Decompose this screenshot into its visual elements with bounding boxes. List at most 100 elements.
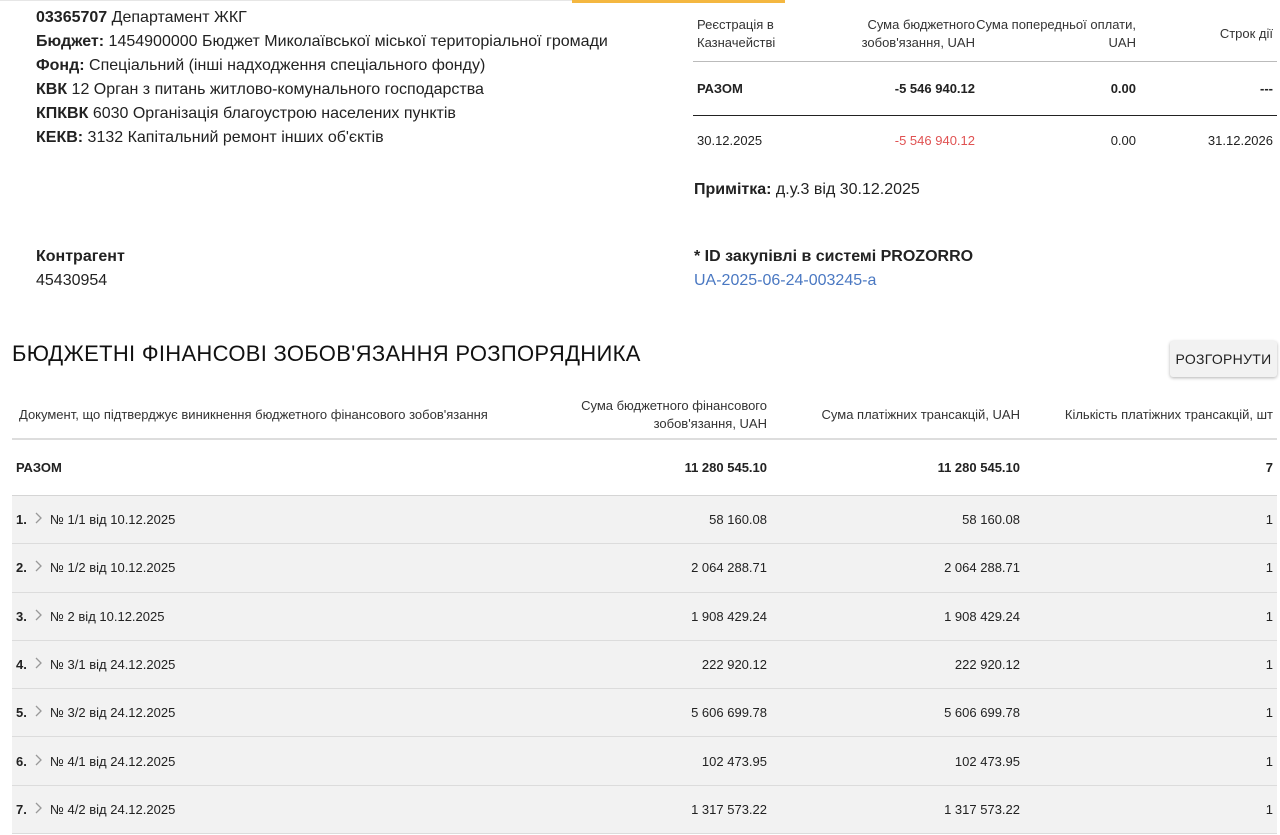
chevron-right-icon[interactable] [34,802,50,817]
note-label: Примітка: [694,181,772,198]
row-transactions-sum: 102 473.95 [954,753,1020,769]
table-row[interactable]: 7. № 4/2 від 24.12.2025 1 317 573.22 1 317 … [12,785,1277,835]
header-registration: Реєстрація в Казначействі [697,16,776,50]
active-tab-indicator [572,0,785,3]
table-total-row: РАЗОМ 11 280 545.10 11 280 545.10 7 [12,440,1277,496]
row-transactions-count: 1 [1265,657,1273,673]
table-total-row: РАЗОМ -5 546 940.12 0.00 --- [693,62,1277,116]
treasury-registration-table: Реєстрація в Казначействі Сума бюджетног… [693,6,1277,164]
chevron-right-icon[interactable] [34,609,50,624]
note: Примітка: д.у.3 від 30.12.2025 [694,181,920,199]
total-label: РАЗОМ [16,460,62,475]
table-header: Реєстрація в Казначействі Сума бюджетног… [693,6,1277,62]
chevron-right-icon[interactable] [34,512,50,527]
table-row[interactable]: 6. № 4/1 від 24.12.2025 102 473.95 102 473.… [12,737,1277,786]
header-document: Документ, що підтверджує виникнення бюдж… [19,407,488,422]
row-document-cell: 6. № 4/1 від 24.12.2025 [12,754,517,769]
kvk-row: КВК 12 Орган з питань житлово-комунально… [36,78,608,102]
row-document: № 4/1 від 24.12.2025 [50,753,176,769]
validity-date: 31.12.2026 [1207,132,1273,148]
prozorro-label: * ID закупівлі в системі PROZORRO [694,248,974,265]
total-prepayment: 0.00 [1110,81,1136,96]
chevron-right-icon[interactable] [34,657,50,672]
row-transactions-sum: 222 920.12 [954,657,1020,673]
row-transactions-sum: 5 606 699.78 [944,705,1020,721]
total-label: РАЗОМ [697,81,743,96]
row-document: № 3/2 від 24.12.2025 [50,705,176,721]
header-obligation-sum: Сума бюджетного зобов'язання, UAH [861,16,975,50]
fund-value: Спеціальний (інші надходження спеціально… [89,57,486,74]
row-transactions-count: 1 [1265,512,1273,528]
kekv-row: КЕКВ: 3132 Капітальний ремонт інших об'є… [36,126,608,150]
fund-label: Фонд: [36,57,85,74]
kekv-value: 3132 Капітальний ремонт інших об'єктів [87,129,384,146]
row-document-cell: 3. № 2 від 10.12.2025 [12,609,517,624]
table-row[interactable]: 4. № 3/1 від 24.12.2025 222 920.12 222 920.… [12,640,1277,690]
row-number: 1. [16,512,27,528]
row-document-cell: 4. № 3/1 від 24.12.2025 [12,657,517,672]
contragent-value: 45430954 [36,272,108,289]
header-obligation-sum: Сума бюджетного фінансового зобов'язання… [581,398,767,431]
prozorro-block: * ID закупівлі в системі PROZORRO UA-202… [694,245,973,293]
table-row[interactable]: 5. № 3/2 від 24.12.2025 5 606 699.78 5 606 … [12,689,1277,738]
row-transactions-sum: 1 317 573.22 [944,801,1020,817]
row-transactions-sum: 58 160.08 [962,512,1020,528]
header-validity: Строк дії [1219,25,1273,41]
row-document-cell: 1. № 1/1 від 10.12.2025 [12,512,517,527]
budget-row: Бюджет: 1454900000 Бюджет Миколаївської … [36,30,608,54]
row-document: № 2 від 10.12.2025 [50,608,165,624]
section-title: БЮДЖЕТНІ ФІНАНСОВІ ЗОБОВ'ЯЗАННЯ РОЗПОРЯД… [12,341,641,366]
row-number: 2. [16,560,27,576]
chevron-right-icon[interactable] [34,754,50,769]
obligation-sum: -5 546 940.12 [894,132,975,148]
table-row[interactable]: 3. № 2 від 10.12.2025 1 908 429.24 1 908 42… [12,592,1277,641]
row-document-cell: 2. № 1/2 від 10.12.2025 [12,560,517,575]
row-transactions-count: 1 [1265,705,1273,721]
total-obligation: 11 280 545.10 [684,460,767,475]
row-transactions-count: 1 [1265,560,1273,576]
expand-button[interactable]: РОЗГОРНУТИ [1170,341,1277,377]
row-obligation-sum: 2 064 288.71 [691,560,767,576]
total-validity: --- [1260,81,1273,96]
row-number: 5. [16,705,27,721]
table-row: 30.12.2025 -5 546 940.12 0.00 31.12.2026 [693,116,1277,164]
row-number: 7. [16,801,27,817]
row-obligation-sum: 222 920.12 [701,657,767,673]
kpkvk-row: КПКВК 6030 Організація благоустрою насел… [36,102,608,126]
row-transactions-sum: 1 908 429.24 [944,608,1020,624]
kpkvk-label: КПКВК [36,105,89,122]
chevron-right-icon[interactable] [34,705,50,720]
top-divider [0,0,572,1]
org-code: 03365707 [36,9,108,26]
row-transactions-count: 1 [1265,801,1273,817]
contragent-block: Контрагент 45430954 [36,245,125,293]
kvk-value: 12 Орган з питань житлово-комунального г… [71,81,484,98]
kpkvk-value: 6030 Організація благоустрою населених п… [92,105,456,122]
org-name: Департамент ЖКГ [111,9,247,26]
total-obligation: -5 546 940.12 [894,81,975,96]
table-row[interactable]: 2. № 1/2 від 10.12.2025 2 064 288.71 2 064 … [12,544,1277,593]
obligations-table: Документ, що підтверджує виникнення бюдж… [12,392,1277,835]
row-document-cell: 7. № 4/2 від 24.12.2025 [12,802,517,817]
row-obligation-sum: 102 473.95 [701,753,767,769]
row-document: № 4/2 від 24.12.2025 [50,801,176,817]
header-transactions-count: Кількість платіжних трансакцій, шт [1064,407,1273,422]
chevron-right-icon[interactable] [34,560,50,575]
row-transactions-count: 1 [1265,608,1273,624]
registration-date: 30.12.2025 [697,132,763,148]
kvk-label: КВК [36,81,68,98]
table-row[interactable]: 1. № 1/1 від 10.12.2025 58 160.08 58 160.08… [12,496,1277,545]
prozorro-link[interactable]: UA-2025-06-24-003245-a [694,272,876,289]
contragent-label: Контрагент [36,248,125,265]
header-prepayment-sum: Сума попередньої оплати, UAH [976,16,1136,50]
row-obligation-sum: 1 908 429.24 [691,608,767,624]
table-header: Документ, що підтверджує виникнення бюдж… [12,392,1277,440]
row-document: № 3/1 від 24.12.2025 [50,657,176,673]
org-row: 03365707 Департамент ЖКГ [36,6,608,30]
row-number: 4. [16,657,27,673]
budget-label: Бюджет: [36,33,105,50]
row-document: № 1/1 від 10.12.2025 [50,512,176,528]
row-number: 3. [16,608,27,624]
fund-row: Фонд: Спеціальний (інші надходження спец… [36,54,608,78]
row-obligation-sum: 58 160.08 [709,512,767,528]
